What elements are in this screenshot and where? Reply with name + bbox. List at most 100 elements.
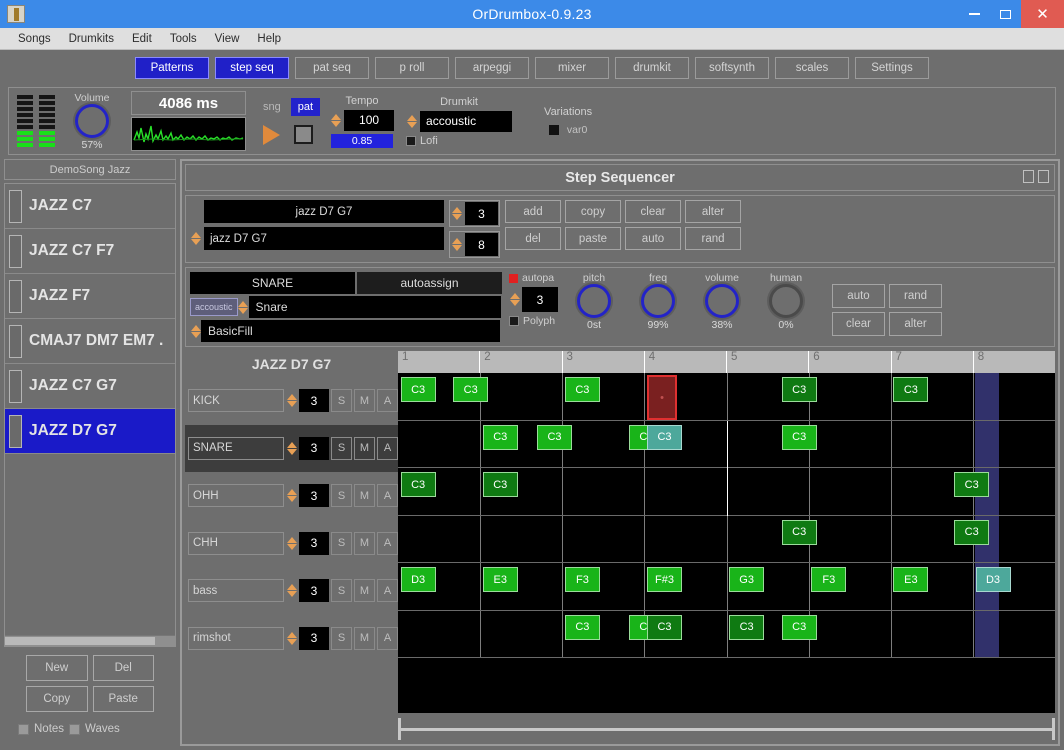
tab-softsynth[interactable]: softsynth: [695, 56, 769, 79]
pitch-knob-group[interactable]: pitch 0st: [565, 272, 623, 331]
volume-knob-group-inst[interactable]: volume 38%: [693, 272, 751, 331]
play-icon[interactable]: [263, 124, 281, 145]
list-item[interactable]: CMAJ7 DM7 EM7 .: [5, 319, 175, 364]
restore-icon[interactable]: [1023, 170, 1034, 183]
pitch-knob[interactable]: [577, 284, 611, 318]
track-row[interactable]: bass 3 S M A: [185, 567, 398, 615]
freq-knob-group[interactable]: freq 99%: [629, 272, 687, 331]
tab-arpeggi[interactable]: arpeggi: [455, 56, 529, 79]
pattern-add-button[interactable]: add: [505, 200, 561, 223]
measure-label[interactable]: 6: [808, 351, 890, 373]
variation-checkbox-icon[interactable]: [548, 125, 559, 135]
track-all-button[interactable]: A: [377, 579, 398, 603]
track-number[interactable]: 3: [299, 626, 329, 650]
note-lane[interactable]: C3C3C3C3C3: [398, 610, 1055, 658]
note-lane[interactable]: D3 E3 F3 F#3 G3 F3 E3 D3: [398, 563, 1055, 611]
instrument-alter-button[interactable]: alter: [889, 312, 942, 336]
list-item[interactable]: JAZZ C7 F7: [5, 229, 175, 274]
track-spinner[interactable]: [286, 631, 297, 645]
drag-handle-icon[interactable]: [9, 189, 22, 223]
measure-label[interactable]: 5: [726, 351, 808, 373]
autoassign-button[interactable]: autoassign: [357, 272, 502, 294]
notes-checkbox-icon[interactable]: [18, 723, 29, 735]
menu-edit[interactable]: Edit: [123, 31, 161, 47]
step-note[interactable]: C3: [400, 472, 436, 497]
step-note[interactable]: C3: [954, 472, 990, 497]
drag-handle-icon[interactable]: [9, 324, 22, 358]
paste-button[interactable]: Paste: [92, 686, 154, 712]
track-solo-button[interactable]: S: [331, 626, 352, 650]
track-solo-button[interactable]: S: [331, 389, 352, 413]
step-note[interactable]: C3: [564, 377, 600, 402]
sng-button[interactable]: sng: [256, 98, 288, 116]
tempo-value[interactable]: 100: [344, 109, 395, 131]
tab-scales[interactable]: scales: [775, 56, 849, 79]
pattern-paste-button[interactable]: paste: [565, 227, 621, 250]
pattern-rand-button[interactable]: rand: [685, 227, 741, 250]
track-solo-button[interactable]: S: [331, 531, 352, 555]
step-note[interactable]: C3: [893, 377, 929, 402]
track-number[interactable]: 3: [299, 389, 329, 413]
new-button[interactable]: New: [26, 655, 88, 681]
measure-label[interactable]: 8: [972, 351, 1055, 373]
sample-name[interactable]: Snare: [248, 296, 501, 318]
step-note[interactable]: C3: [400, 377, 436, 402]
track-all-button[interactable]: A: [377, 389, 398, 413]
instrument-clear-button[interactable]: clear: [832, 312, 885, 336]
track-spinner[interactable]: [286, 584, 297, 598]
measure-label[interactable]: 4: [643, 351, 726, 373]
step-note[interactable]: C3: [647, 424, 683, 450]
measure-label[interactable]: 1: [398, 351, 479, 373]
measure-label[interactable]: 2: [479, 351, 561, 373]
track-name[interactable]: CHH: [188, 531, 284, 555]
pattern-list-scrollbar[interactable]: [5, 635, 175, 646]
track-row[interactable]: rimshot 3 S M A: [185, 615, 398, 663]
track-mute-button[interactable]: M: [354, 626, 375, 650]
tab-drumkit[interactable]: drumkit: [615, 56, 689, 79]
drag-handle-icon[interactable]: [9, 234, 22, 268]
track-number[interactable]: 3: [299, 484, 329, 508]
autopan-row[interactable]: autopa: [509, 272, 554, 284]
track-solo-button[interactable]: S: [331, 484, 352, 508]
track-name[interactable]: KICK: [188, 389, 284, 413]
step-note[interactable]: C3: [954, 519, 990, 545]
preset-spinner[interactable]: [190, 324, 201, 338]
pattern-num-bottom[interactable]: 8: [465, 233, 498, 256]
track-name[interactable]: SNARE: [188, 436, 284, 460]
drag-handle-icon[interactable]: [9, 369, 22, 403]
instrument-name[interactable]: SNARE: [190, 272, 355, 294]
human-knob[interactable]: [769, 284, 803, 318]
pattern-alter-button[interactable]: alter: [685, 200, 741, 223]
stop-icon[interactable]: [294, 125, 314, 144]
drag-handle-icon[interactable]: [9, 414, 22, 448]
step-note[interactable]: D3: [400, 567, 436, 592]
step-note[interactable]: E3: [482, 567, 518, 592]
pattern-name-spinner[interactable]: [190, 232, 201, 245]
step-note[interactable]: •: [647, 375, 678, 420]
step-note[interactable]: F3: [564, 567, 600, 592]
autopan-checkbox-icon[interactable]: [509, 273, 518, 283]
sample-spinner[interactable]: [238, 300, 249, 314]
step-note[interactable]: E3: [893, 567, 929, 592]
track-mute-button[interactable]: M: [354, 436, 375, 460]
measure-label[interactable]: 7: [890, 351, 973, 373]
polyph-row[interactable]: Polyph: [509, 315, 555, 327]
step-note[interactable]: G3: [729, 567, 765, 592]
track-mute-button[interactable]: M: [354, 531, 375, 555]
track-all-button[interactable]: A: [377, 436, 398, 460]
track-number[interactable]: 3: [299, 579, 329, 603]
lofi-checkbox-icon[interactable]: [406, 135, 417, 146]
del-button[interactable]: Del: [92, 655, 154, 681]
pattern-del-button[interactable]: del: [505, 227, 561, 250]
close-button[interactable]: ✕: [1021, 0, 1064, 28]
tab-p-roll[interactable]: p roll: [375, 56, 449, 79]
step-note[interactable]: C3: [781, 424, 817, 450]
step-note[interactable]: C3: [781, 377, 817, 402]
maximize-button[interactable]: [990, 0, 1021, 28]
track-name[interactable]: OHH: [188, 484, 284, 508]
step-note[interactable]: C3: [781, 519, 817, 545]
track-mute-button[interactable]: M: [354, 579, 375, 603]
step-num-value[interactable]: 3: [522, 287, 558, 312]
pat-button[interactable]: pat: [290, 97, 321, 116]
minimize-button[interactable]: [959, 0, 990, 28]
